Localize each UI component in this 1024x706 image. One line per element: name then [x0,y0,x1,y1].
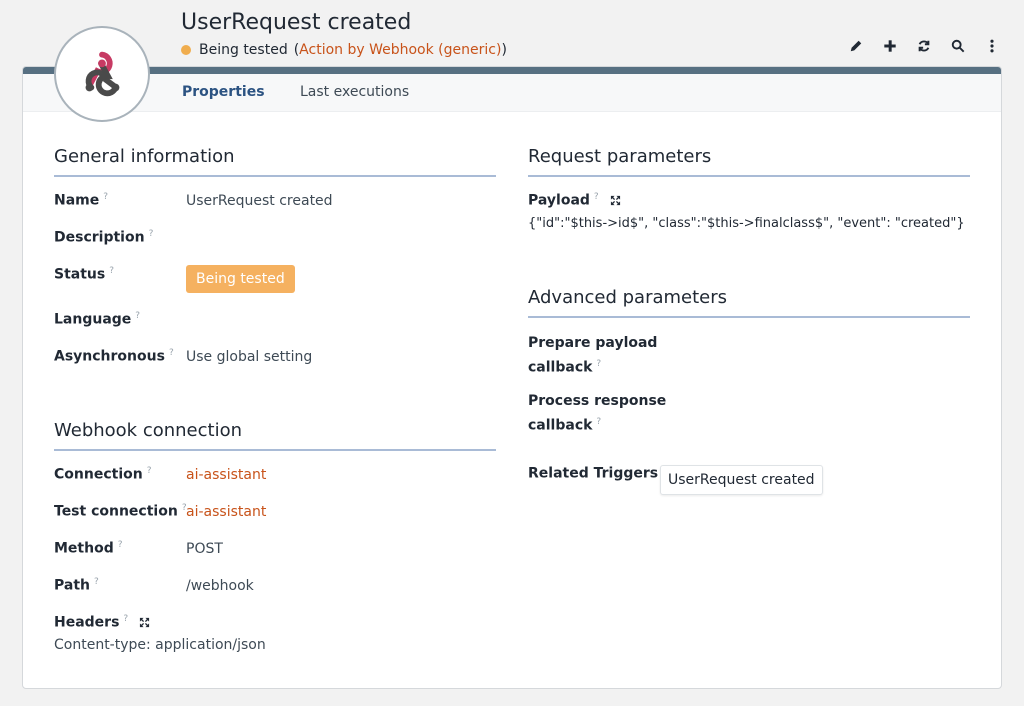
webhook-icon [85,51,120,97]
language-label-text: Language [54,311,132,328]
search-icon [951,39,965,53]
method-label: Method? [54,540,123,557]
more-vertical-icon [990,39,994,53]
connection-link[interactable]: ai-assistant [186,467,266,483]
test-connection-link[interactable]: ai-assistant [186,504,266,520]
related-triggers-label: Related Triggers? [528,465,667,482]
prepare-label-line1: Prepare payload [528,335,658,351]
webhook-logo [54,26,150,122]
related-triggers-label-text: Related Triggers [528,465,659,482]
advanced-parameters-title: Advanced parameters [528,287,970,318]
object-details-panel: Properties Last executions General infor… [22,66,1002,689]
test-connection-label: Test connection? [54,503,187,520]
expand-icon[interactable] [610,195,621,206]
process-label-line1: Process response [528,393,667,409]
status-label: Status? [54,266,114,283]
help-icon[interactable]: ? [94,577,99,587]
panel-top-bar [23,67,1001,74]
connection-label: Connection? [54,466,151,483]
plus-icon [884,40,896,52]
prepare-payload-callback-label: Prepare payload callback? [528,333,657,379]
refresh-icon [918,40,930,52]
related-trigger-chip[interactable]: UserRequest created [660,465,823,495]
payload-label-text: Payload [528,192,590,209]
general-information-title: General information [54,146,496,177]
payload-value: {"id":"$this->id$", "class":"$this->fina… [528,216,965,231]
webhook-connection-title: Webhook connection [54,420,496,451]
connection-label-text: Connection [54,466,143,483]
action-class-link[interactable]: Action by Webhook (generic) [299,42,501,58]
edit-button[interactable] [846,36,866,56]
help-icon[interactable]: ? [147,466,152,476]
prepare-label-line2: callback [528,359,593,376]
pencil-icon [850,40,862,52]
process-label-line2: callback [528,417,593,434]
path-label: Path? [54,577,99,594]
name-label: Name? [54,192,108,209]
headers-label: Headers? [54,614,150,631]
help-icon[interactable]: ? [169,348,174,358]
status-dot-icon [181,45,191,55]
refresh-button[interactable] [914,36,934,56]
help-icon[interactable]: ? [103,192,108,202]
help-icon[interactable]: ? [109,266,114,276]
tab-last-executions[interactable]: Last executions [300,84,409,100]
help-icon[interactable]: ? [594,192,599,202]
help-icon[interactable]: ? [149,229,154,239]
tab-bar: Properties Last executions [23,74,1001,112]
method-label-text: Method [54,540,114,557]
status-badge: Being tested [186,265,295,293]
method-value: POST [186,541,223,557]
status-label-text: Status [54,266,106,283]
asynchronous-label-text: Asynchronous [54,348,165,365]
new-button[interactable] [880,36,900,56]
name-label-text: Name [54,192,100,209]
expand-icon[interactable] [139,617,150,628]
page-title: UserRequest created [181,10,412,35]
asynchronous-value: Use global setting [186,349,313,365]
payload-label: Payload? [528,192,621,209]
help-icon[interactable]: ? [135,311,140,321]
tab-properties[interactable]: Properties [182,84,265,100]
description-label: Description? [54,229,153,246]
more-button[interactable] [982,36,1002,56]
path-label-text: Path [54,577,90,594]
help-icon[interactable]: ? [123,614,128,624]
language-label: Language? [54,311,140,328]
search-button[interactable] [948,36,968,56]
request-parameters-title: Request parameters [528,146,970,177]
process-response-callback-label: Process response callback? [528,391,666,437]
path-value: /webhook [186,578,254,594]
description-label-text: Description [54,229,145,246]
headers-value: Content-type: application/json [54,637,266,653]
help-icon[interactable]: ? [596,417,601,427]
test-connection-label-text: Test connection [54,503,178,520]
action-toolbar [846,36,1002,56]
paren-close: ) [501,42,507,58]
status-text: Being tested [199,42,288,58]
object-subtitle: Being tested (Action by Webhook (generic… [181,42,507,58]
asynchronous-label: Asynchronous? [54,348,174,365]
headers-label-text: Headers [54,614,120,631]
help-icon[interactable]: ? [118,540,123,550]
name-value: UserRequest created [186,193,333,209]
help-icon[interactable]: ? [596,359,601,369]
